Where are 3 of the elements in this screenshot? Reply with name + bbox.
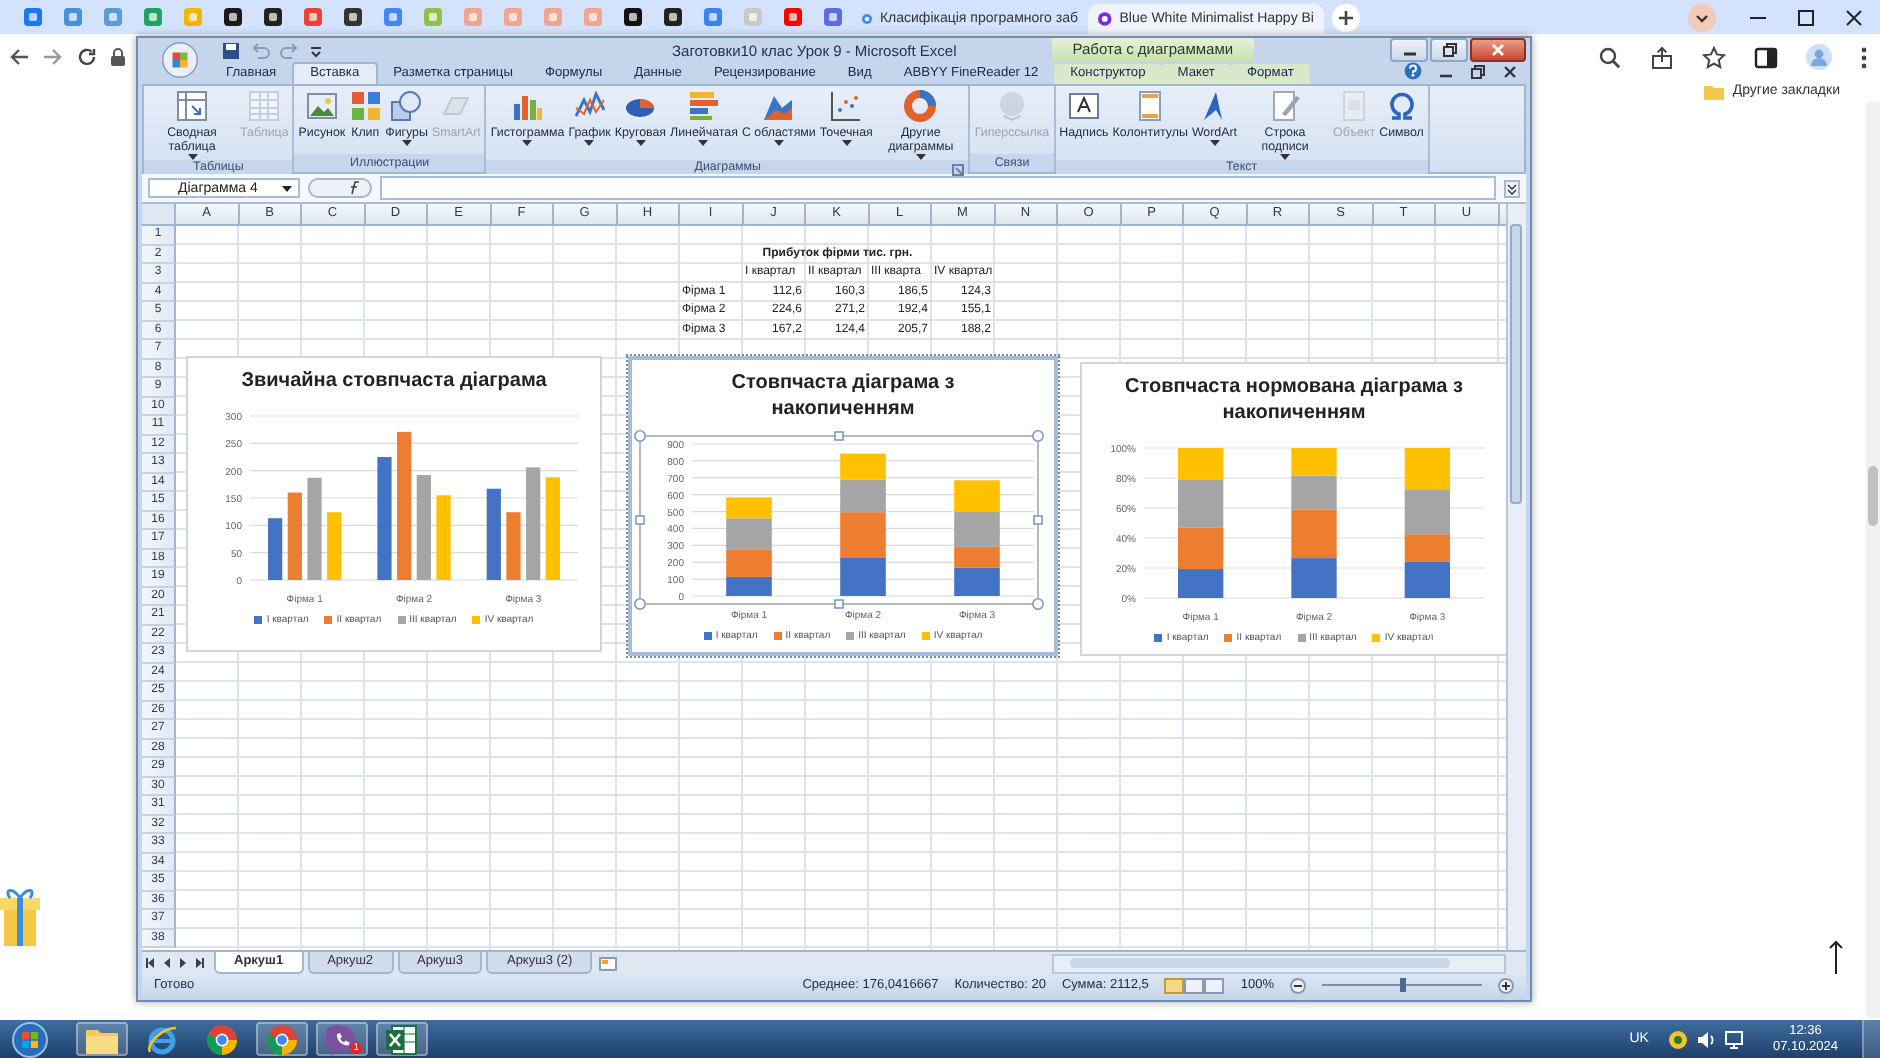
chart-title: Стовпчаста діаграма з накопиченням (729, 370, 957, 422)
chart-title: Звичайна стовпчаста діаграма (241, 368, 547, 394)
chart-title: Стовпчаста нормована діаграма з накопиченням (1122, 374, 1465, 426)
